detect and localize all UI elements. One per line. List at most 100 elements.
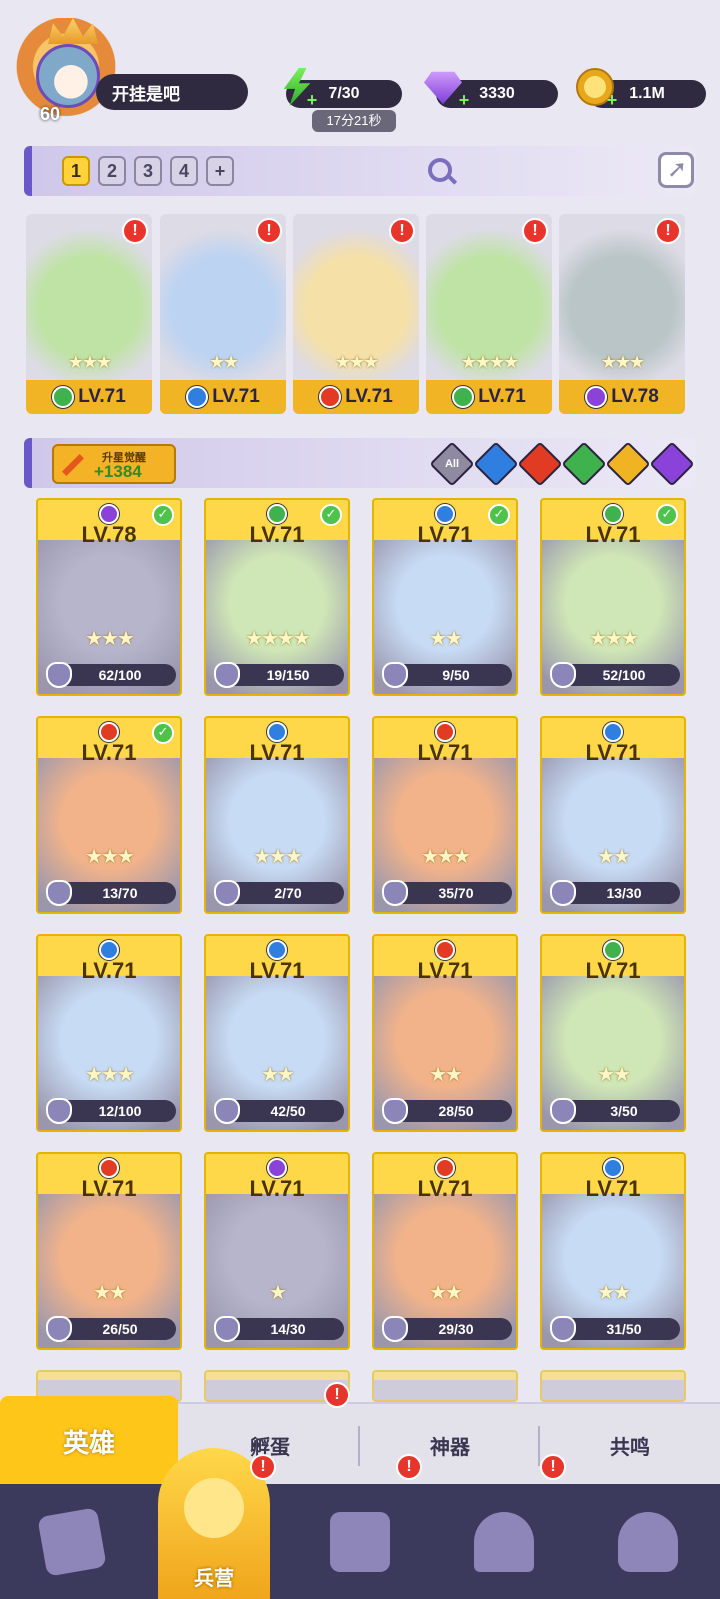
green-element-icon: [603, 940, 623, 960]
add-team-button[interactable]: +: [206, 156, 234, 186]
shard-progress: 2/70: [214, 880, 344, 906]
shard-progress: 3/50: [550, 1098, 680, 1124]
team-tab-1[interactable]: 1: [62, 156, 90, 186]
hero-level: LV.71: [249, 740, 305, 765]
star-rating: ★★★: [421, 844, 471, 868]
hero-card[interactable]: LV.71 ★★ 42/50: [204, 934, 350, 1132]
nav-guild[interactable]: [576, 1484, 720, 1599]
filter-light-icon[interactable]: [605, 441, 651, 487]
team-hero-card[interactable]: ★★★★ LV.71!: [426, 214, 552, 414]
hero-card[interactable]: LV.71 ★★★ 35/70: [372, 716, 518, 914]
shard-count: 31/50: [606, 1321, 642, 1337]
hero-level: LV.71: [417, 740, 473, 765]
team-card-footer: LV.71: [293, 380, 419, 414]
star-rating: ★★: [429, 626, 463, 650]
shard-icon: [214, 880, 240, 906]
sub-tab-bar: 英雄 孵蛋 ! 神器 共鸣: [0, 1382, 720, 1486]
filter-dark-icon[interactable]: [649, 441, 695, 487]
blue-element-icon: [435, 504, 455, 524]
filter-wind-icon[interactable]: [561, 441, 607, 487]
hero-card[interactable]: ✓ LV.71 ★★ 9/50: [372, 498, 518, 696]
team-hero-card[interactable]: ★★★ LV.71!: [293, 214, 419, 414]
blue-element-icon: [186, 386, 209, 408]
hero-card[interactable]: LV.71 ★★★ 12/100: [36, 934, 182, 1132]
star-rating: ★★★: [85, 844, 135, 868]
team-tab-4[interactable]: 4: [170, 156, 198, 186]
shard-icon: [46, 1098, 72, 1124]
team-tab-2[interactable]: 2: [98, 156, 126, 186]
shard-icon: [46, 1316, 72, 1342]
hero-card[interactable]: LV.71 ★★ 26/50: [36, 1152, 182, 1350]
player-avatar[interactable]: 60: [10, 18, 122, 126]
hero-level: LV.71: [81, 740, 137, 765]
nav-map[interactable]: [288, 1484, 432, 1599]
add-energy-button[interactable]: +: [304, 91, 320, 109]
energy-timer: 17分21秒: [312, 110, 396, 132]
shard-icon: [382, 1098, 408, 1124]
hero-card[interactable]: ✓ LV.78 ★★★ 62/100: [36, 498, 182, 696]
hero-card[interactable]: LV.71 ★★★ 2/70: [204, 716, 350, 914]
blue-element-icon: [267, 940, 287, 960]
hero-card[interactable]: ✓ LV.71 ★★★ 13/70: [36, 716, 182, 914]
shard-count: 19/150: [266, 667, 310, 683]
shard-count: 3/50: [610, 1103, 638, 1119]
star-awaken-button[interactable]: 升星觉醒 +1384: [52, 444, 176, 484]
red-element-icon: [435, 722, 455, 742]
hero-card[interactable]: LV.71 ★★ 28/50: [372, 934, 518, 1132]
shard-progress: 52/100: [550, 662, 680, 688]
add-gold-button[interactable]: +: [604, 91, 620, 109]
nav-shrine[interactable]: [432, 1484, 576, 1599]
alert-badge: !: [256, 218, 282, 244]
purple-element-icon: [585, 386, 608, 408]
top-bar: 60 开挂是吧 7/30 + 17分21秒 3330 + 1.1M +: [0, 0, 720, 136]
hero-card[interactable]: ✓ LV.71 ★★★★ 19/150: [204, 498, 350, 696]
awaken-value: +1384: [94, 462, 142, 481]
team-preset-bar: 1 2 3 4 +: [24, 146, 696, 196]
hero-card[interactable]: LV.71 ★★ 29/30: [372, 1152, 518, 1350]
team-hero-card[interactable]: ★★ LV.71!: [160, 214, 286, 414]
star-rating: ★★: [597, 1062, 631, 1086]
tab-resonance[interactable]: 共鸣: [540, 1404, 720, 1486]
shard-count: 2/70: [274, 885, 302, 901]
alert-badge: !: [389, 218, 415, 244]
hero-level: LV.71: [81, 958, 137, 983]
alert-badge: !: [122, 218, 148, 244]
share-icon[interactable]: [658, 152, 694, 188]
map-alert-badge: !: [396, 1454, 422, 1480]
tab-artifact[interactable]: 神器: [360, 1404, 540, 1486]
hero-filter-bar: 升星觉醒 +1384 All: [24, 438, 696, 488]
red-element-icon: [319, 386, 342, 408]
filter-all-button[interactable]: All: [429, 441, 475, 487]
nav-barracks-label: 兵营: [194, 1568, 234, 1590]
shard-count: 13/30: [606, 885, 642, 901]
hero-card[interactable]: LV.71 ★ 14/30: [204, 1152, 350, 1350]
shard-icon: [550, 1098, 576, 1124]
add-gem-button[interactable]: +: [456, 91, 472, 109]
shard-count: 29/30: [438, 1321, 474, 1337]
shard-count: 62/100: [98, 667, 142, 683]
hero-level: LV.71: [417, 522, 473, 547]
team-card-footer: LV.71: [160, 380, 286, 414]
team-hero-card[interactable]: ★★★ LV.78!: [559, 214, 685, 414]
shard-icon: [46, 662, 72, 688]
search-icon[interactable]: [428, 158, 452, 182]
hero-card[interactable]: LV.71 ★★ 31/50: [540, 1152, 686, 1350]
hero-card[interactable]: LV.71 ★★ 3/50: [540, 934, 686, 1132]
team-hero-card[interactable]: ★★★ LV.71!: [26, 214, 152, 414]
nav-cards[interactable]: [0, 1484, 144, 1599]
shard-icon: [382, 1316, 408, 1342]
shard-progress: 28/50: [382, 1098, 512, 1124]
filter-fire-icon[interactable]: [517, 441, 563, 487]
shard-icon: [550, 1316, 576, 1342]
hero-card[interactable]: LV.71 ★★ 13/30: [540, 716, 686, 914]
team-card-footer: LV.71: [26, 380, 152, 414]
shrine-icon: [474, 1512, 534, 1572]
hero-level: LV.71: [81, 1176, 137, 1201]
shard-icon: [550, 662, 576, 688]
star-rating: ★★★★: [245, 626, 311, 650]
tab-heroes[interactable]: 英雄: [0, 1396, 178, 1486]
filter-water-icon[interactable]: [473, 441, 519, 487]
purple-element-icon: [99, 504, 119, 524]
hero-card[interactable]: ✓ LV.71 ★★★ 52/100: [540, 498, 686, 696]
team-tab-3[interactable]: 3: [134, 156, 162, 186]
